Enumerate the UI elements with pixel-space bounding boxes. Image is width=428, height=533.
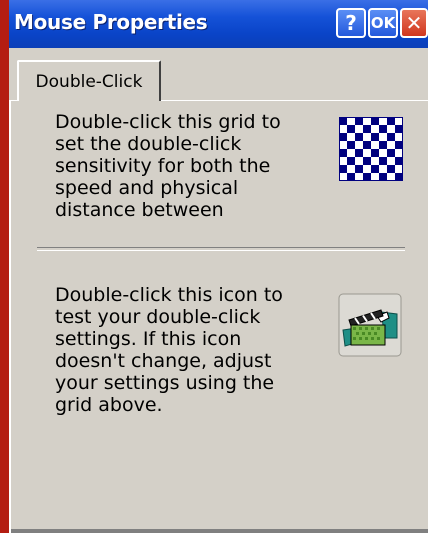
title-bar[interactable]: Mouse Properties ? OK ✕ [0, 0, 428, 48]
help-icon: ? [345, 11, 357, 35]
window-title: Mouse Properties [14, 10, 208, 34]
mouse-properties-window: Mouse Properties ? OK ✕ Double-Click Dou… [0, 0, 428, 533]
clapperboard-icon[interactable] [337, 292, 403, 358]
window-left-border [0, 0, 9, 533]
section-divider [37, 247, 405, 251]
help-button[interactable]: ? [336, 8, 366, 38]
close-icon: ✕ [405, 11, 423, 35]
ok-button[interactable]: OK [368, 8, 398, 38]
tab-double-click[interactable]: Double-Click [17, 60, 161, 101]
ok-label: OK [370, 14, 396, 32]
panel-bottom-edge [11, 529, 428, 533]
tab-strip: Double-Click [9, 48, 428, 101]
icon-instruction-text: Double-click this icon to test your doub… [55, 284, 283, 416]
close-button[interactable]: ✕ [400, 8, 428, 38]
tab-label: Double-Click [35, 71, 143, 92]
grid-instruction-text: Double-click this grid to set the double… [55, 111, 281, 221]
checkerboard-grid-icon[interactable] [339, 117, 403, 181]
